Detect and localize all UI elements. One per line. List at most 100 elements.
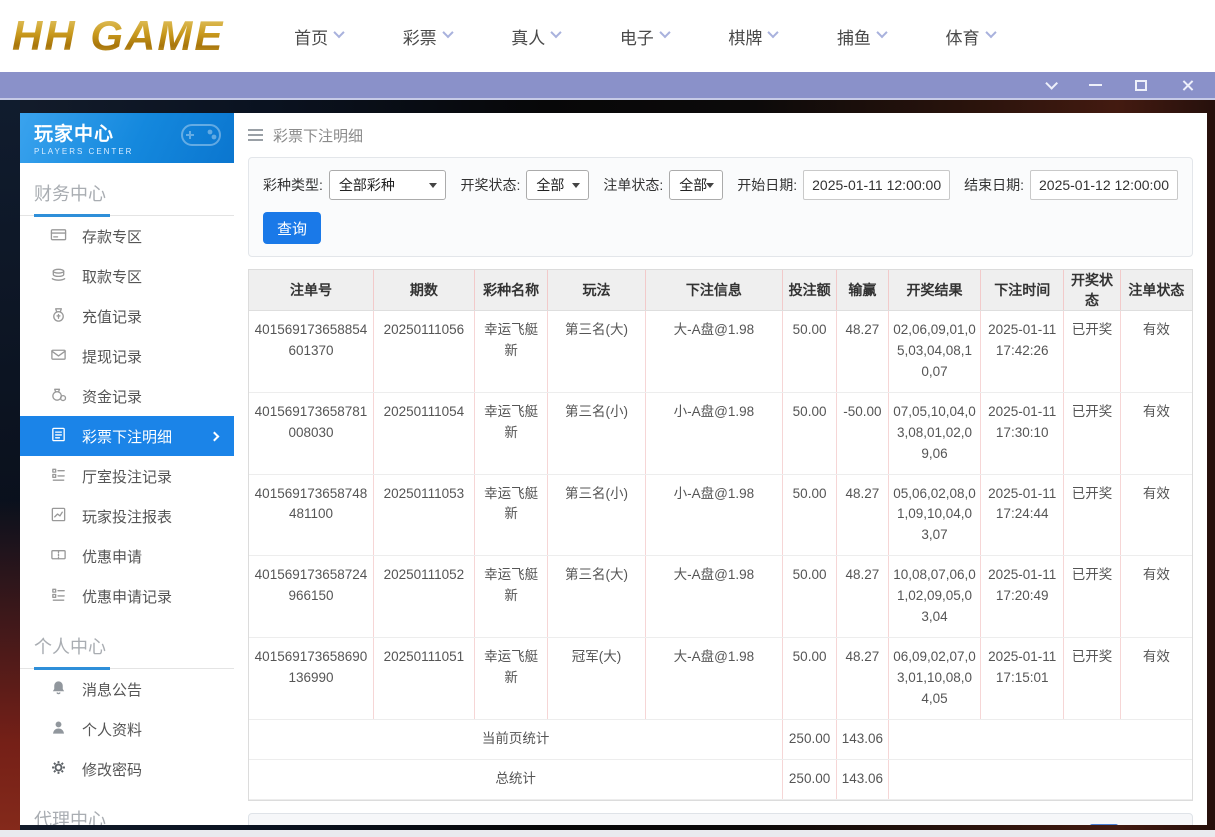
nav-item-6[interactable]: 捕鱼	[836, 24, 888, 49]
close-window-button[interactable]	[1179, 78, 1195, 92]
cell-period: 20250111054	[372, 392, 475, 475]
cell-bet_amount: 50.00	[782, 637, 837, 720]
current-page-summary-row: 当前页统计 250.00 143.06	[249, 719, 1192, 760]
col-header-bet_info: 下注信息	[644, 270, 783, 311]
sidebar-item-提现记录[interactable]: 提现记录	[20, 336, 234, 376]
draw-status-label: 开奖状态:	[460, 177, 521, 193]
col-header-draw_result: 开奖结果	[887, 270, 981, 311]
cell-draw_status: 已开奖	[1063, 310, 1121, 393]
cell-draw_result: 05,06,02,08,01,09,10,04,03,07	[887, 474, 981, 557]
cell-win_loss: 48.27	[835, 310, 889, 393]
filter-panel: 彩种类型: 全部彩种 开奖状态: 全部 注单状态: 全部 开始日期: 2025-…	[248, 157, 1193, 257]
sidebar-item-充值记录[interactable]: 充值记录	[20, 296, 234, 336]
cell-order_status: 有效	[1119, 555, 1192, 639]
cell-draw_status: 已开奖	[1063, 474, 1121, 557]
sidebar-menu: 财务中心 存款专区 取款专区 充值记录 提现记录 资金记录 彩票下注明细 厅室投注记录 玩家投注…	[20, 163, 234, 825]
top-bar: HH GAME 首页 彩票 真人 电子 棋牌 捕鱼 体育	[0, 0, 1215, 72]
table-row-3: 401569173658748481100 20250111053 幸运飞艇新 第三名…	[249, 474, 1192, 557]
nav-item-label: 首页	[294, 28, 329, 48]
cell-period: 20250111053	[372, 474, 475, 557]
order-status-select[interactable]: 全部	[669, 170, 724, 200]
nav-item-5[interactable]: 棋牌	[728, 24, 780, 49]
window-title-bar	[0, 72, 1215, 100]
main-nav: 首页 彩票 真人 电子 棋牌 捕鱼 体育	[264, 24, 1024, 49]
table-row-5: 401569173658690136990 20250111051 幸运飞艇新 冠军(…	[249, 637, 1192, 720]
search-button[interactable]: 查询	[263, 212, 321, 244]
funds-bag-icon	[50, 386, 67, 407]
sidebar-item-彩票下注明细[interactable]: 彩票下注明细	[20, 416, 234, 456]
cell-bet_info: 大-A盘@1.98	[644, 310, 783, 393]
nav-item-3[interactable]: 真人	[511, 24, 562, 49]
order-status-label: 注单状态:	[603, 177, 664, 193]
sidebar-section-title-2: 个人中心	[20, 616, 234, 670]
summary-label: 当前页统计	[249, 719, 783, 760]
pagination-bar: 每页显示20条 共5条 首页 上一页 1 下一页 第 页 跳转	[248, 812, 1193, 825]
cell-period: 20250111056	[372, 310, 475, 393]
summary-bet-total: 250.00	[782, 719, 837, 760]
sidebar: 玩家中心 PLAYERS CENTER 财务中心 存款专区 取款专区 充值记录 提现记录…	[20, 113, 234, 825]
bets-table-container: 注单号 期数 彩种名称 玩法 下注信息 投注额 输赢 开奖结果 下注时间 开奖状态 注单状态 4015…	[248, 269, 1193, 801]
draw-status-select[interactable]: 全部	[526, 170, 590, 200]
nav-item-label: 电子	[619, 28, 654, 48]
lottery-type-label: 彩种类型:	[263, 177, 323, 193]
sidebar-item-厅室投注记录[interactable]: 厅室投注记录	[20, 456, 234, 496]
cell-order_no: 401569173658781008030	[249, 392, 374, 475]
minimize-icon	[1088, 84, 1102, 86]
cell-lottery_name: 幸运飞艇新	[473, 555, 548, 639]
sidebar-item-label: 优惠申请	[82, 548, 143, 566]
withdrawal-envelope-icon	[50, 346, 67, 367]
nav-item-2[interactable]: 彩票	[402, 24, 454, 49]
sidebar-item-个人资料[interactable]: 个人资料	[20, 709, 234, 749]
summary-win-loss-total: 143.06	[835, 719, 889, 760]
chevron-down-icon	[442, 26, 454, 39]
players-center-header: 玩家中心 PLAYERS CENTER	[20, 113, 234, 163]
end-date-input[interactable]: 2025-01-12 12:00:00	[1030, 170, 1178, 200]
cell-draw_result: 06,09,02,07,03,01,10,08,04,05	[887, 637, 981, 720]
page-background-banner: 玩家中心 PLAYERS CENTER 财务中心 存款专区 取款专区 充值记录 提现记录…	[0, 100, 1215, 830]
chevron-down-window-button[interactable]	[1041, 76, 1058, 92]
sidebar-item-存款专区[interactable]: 存款专区	[20, 216, 234, 256]
col-header-draw_status: 开奖状态	[1063, 270, 1121, 311]
deposit-card-icon	[50, 226, 67, 247]
cell-draw_result: 10,08,07,06,01,02,09,05,03,04	[887, 555, 981, 639]
sidebar-item-label: 取款专区	[82, 268, 143, 286]
sidebar-item-消息公告[interactable]: 消息公告	[20, 669, 234, 709]
sidebar-item-优惠申请[interactable]: 优惠申请	[20, 536, 234, 576]
cell-win_loss: 48.27	[835, 637, 889, 720]
bell-icon	[50, 679, 67, 700]
cell-draw_status: 已开奖	[1063, 392, 1121, 475]
promo-list-icon	[50, 586, 67, 607]
chevron-down-icon	[876, 26, 888, 39]
nav-item-1[interactable]: 首页	[294, 24, 345, 49]
sidebar-item-优惠申请记录[interactable]: 优惠申请记录	[20, 576, 234, 616]
promo-ticket-icon	[50, 546, 67, 567]
cell-lottery_name: 幸运飞艇新	[473, 392, 548, 475]
sidebar-item-取款专区[interactable]: 取款专区	[20, 256, 234, 296]
nav-item-label: 捕鱼	[836, 28, 871, 48]
sidebar-item-label: 厅室投注记录	[82, 468, 173, 486]
minimize-window-button[interactable]	[1087, 78, 1103, 92]
sidebar-item-修改密码[interactable]: 修改密码	[20, 749, 234, 789]
close-icon	[1181, 79, 1194, 92]
menu-hamburger-icon[interactable]	[248, 129, 263, 141]
breadcrumb: 彩票下注明细	[248, 113, 1193, 157]
sidebar-item-资金记录[interactable]: 资金记录	[20, 376, 234, 416]
nav-item-4[interactable]: 电子	[619, 24, 671, 49]
nav-item-7[interactable]: 体育	[946, 24, 997, 49]
cell-lottery_name: 幸运飞艇新	[473, 637, 548, 720]
page-jump-input[interactable]	[1090, 824, 1118, 825]
bottom-strip	[0, 830, 1215, 837]
maximize-window-button[interactable]	[1133, 78, 1149, 92]
lottery-type-select[interactable]: 全部彩种	[328, 170, 447, 200]
col-header-win_loss: 输赢	[835, 270, 889, 311]
start-date-input[interactable]: 2025-01-11 12:00:00	[803, 170, 951, 200]
col-header-lottery_name: 彩种名称	[473, 270, 548, 311]
summary-win-loss-total: 143.06	[835, 759, 889, 800]
nav-item-label: 彩票	[402, 28, 437, 48]
sidebar-item-玩家投注报表[interactable]: 玩家投注报表	[20, 496, 234, 536]
cell-draw_status: 已开奖	[1063, 637, 1121, 720]
chevron-right-icon	[209, 431, 220, 441]
cell-bet_amount: 50.00	[782, 310, 837, 393]
user-icon	[50, 719, 67, 740]
cell-lottery_name: 幸运飞艇新	[473, 310, 548, 393]
